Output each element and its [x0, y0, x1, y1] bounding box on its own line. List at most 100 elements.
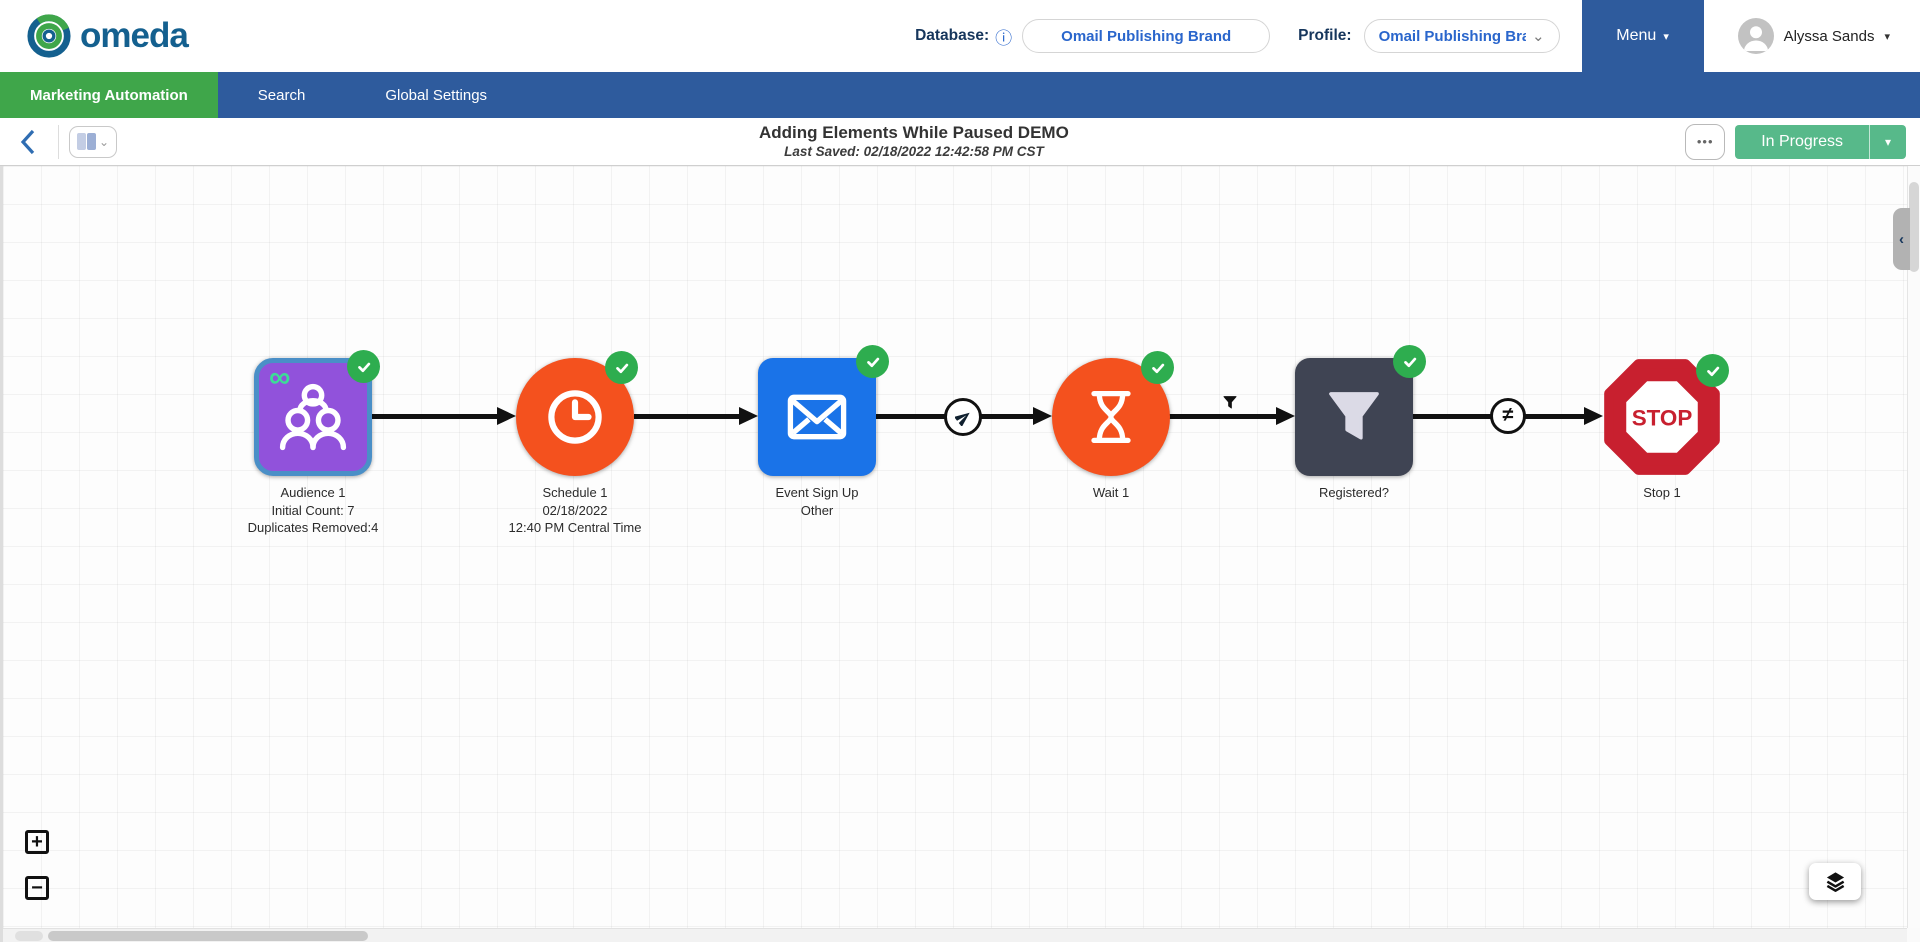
toolbar-divider	[58, 125, 59, 159]
nav-item-global-settings[interactable]: Global Settings	[345, 72, 527, 118]
complete-check-badge	[1141, 351, 1174, 384]
check-icon	[1149, 359, 1167, 377]
profile-label: Profile:	[1298, 27, 1351, 45]
chevron-left-icon: ‹	[1899, 231, 1904, 248]
user-menu[interactable]: Alyssa Sands ▾	[1738, 18, 1890, 54]
arrowhead-icon	[1033, 407, 1052, 425]
layers-button[interactable]	[1809, 863, 1861, 900]
node-label-registered: Registered?	[1234, 484, 1474, 502]
nav-label: Global Settings	[385, 87, 487, 104]
horizontal-scrollbar-cap	[15, 931, 43, 941]
user-name: Alyssa Sands	[1784, 28, 1875, 45]
label-line: Event Sign Up	[697, 484, 937, 502]
node-audience[interactable]: ∞	[254, 358, 372, 476]
check-icon	[864, 353, 882, 371]
last-saved-timestamp: Last Saved: 02/18/2022 12:42:58 PM CST	[759, 144, 1069, 161]
database-label: Database:	[915, 27, 989, 45]
more-options-button[interactable]: •••	[1685, 124, 1725, 160]
profile-value: Omail Publishing Bran	[1379, 28, 1526, 45]
node-label-audience: Audience 1 Initial Count: 7 Duplicates R…	[193, 484, 433, 537]
hourglass-icon	[1077, 383, 1145, 451]
paper-plane-icon	[955, 409, 972, 426]
clock-icon	[539, 381, 611, 453]
label-line: Other	[697, 502, 937, 520]
logo-wordmark: omeda	[80, 16, 188, 56]
not-equal-connector[interactable]: ≠	[1490, 398, 1526, 434]
nav-item-search[interactable]: Search	[218, 72, 346, 118]
title-block: Adding Elements While Paused DEMO Last S…	[759, 122, 1069, 160]
connector-line	[372, 414, 499, 419]
vertical-scrollbar[interactable]	[1907, 166, 1920, 928]
back-button[interactable]	[8, 125, 48, 159]
connector-line	[634, 414, 740, 419]
chevron-down-icon: ⌄	[99, 135, 109, 149]
label-line: 12:40 PM Central Time	[455, 519, 695, 537]
chevron-down-icon: ▾	[1884, 30, 1890, 43]
label-line: Stop 1	[1542, 484, 1782, 502]
node-registered-filter[interactable]	[1295, 358, 1413, 476]
vertical-scrollbar-thumb[interactable]	[1909, 182, 1919, 272]
split-panels-icon	[77, 133, 96, 150]
label-line: Initial Count: 7	[193, 502, 433, 520]
complete-check-badge	[856, 345, 889, 378]
page-title: Adding Elements While Paused DEMO	[759, 122, 1069, 143]
info-icon[interactable]: ⓘ	[995, 24, 1012, 49]
scrollbar-corner	[1907, 928, 1920, 942]
database-value: Omail Publishing Brand	[1061, 28, 1231, 45]
app-header: omeda Database: ⓘ Omail Publishing Brand…	[0, 0, 1920, 72]
arrowhead-icon	[739, 407, 758, 425]
label-line: Registered?	[1234, 484, 1474, 502]
check-icon	[1704, 362, 1722, 380]
funnel-icon	[1317, 380, 1391, 454]
arrowhead-icon	[497, 407, 516, 425]
node-label-schedule: Schedule 1 02/18/2022 12:40 PM Central T…	[455, 484, 695, 537]
person-icon	[1738, 18, 1774, 54]
zoom-out-button[interactable]: −	[25, 876, 49, 900]
connector-line	[1168, 414, 1277, 419]
database-selector[interactable]: Omail Publishing Brand	[1022, 19, 1270, 53]
omeda-logo-icon	[26, 13, 72, 59]
workflow-canvas[interactable]: ≠ ∞ Audience 1 Initial Count: 7 Duplicat…	[0, 166, 1920, 942]
profile-selector[interactable]: Omail Publishing Bran ⌄	[1364, 19, 1560, 53]
horizontal-scrollbar-thumb[interactable]	[48, 931, 368, 941]
nav-label: Search	[258, 87, 306, 104]
email-sent-connector[interactable]	[944, 398, 982, 436]
status-label: In Progress	[1735, 125, 1869, 159]
node-stop[interactable]: STOP	[1603, 358, 1721, 476]
not-equal-icon: ≠	[1503, 404, 1514, 428]
split-view-button[interactable]: ⌄	[69, 126, 117, 158]
envelope-icon	[780, 380, 854, 454]
node-event-signup[interactable]	[758, 358, 876, 476]
node-schedule[interactable]	[516, 358, 634, 476]
node-wait[interactable]	[1052, 358, 1170, 476]
zoom-in-button[interactable]: +	[25, 830, 49, 854]
main-nav: Marketing Automation Search Global Setti…	[0, 72, 1920, 118]
chevron-down-icon: ⌄	[1532, 27, 1545, 45]
chevron-left-icon	[20, 129, 36, 155]
complete-check-badge	[605, 351, 638, 384]
status-button[interactable]: In Progress ▾	[1735, 125, 1906, 159]
complete-check-badge	[347, 350, 380, 383]
arrowhead-icon	[1584, 407, 1603, 425]
arrowhead-icon	[1276, 407, 1295, 425]
audience-people-icon	[275, 379, 351, 455]
minus-icon: −	[31, 878, 43, 898]
menu-button[interactable]: Menu ▾	[1582, 0, 1704, 72]
label-line: 02/18/2022	[455, 502, 695, 520]
label-line: Schedule 1	[455, 484, 695, 502]
workflow-toolbar: ⌄ Adding Elements While Paused DEMO Last…	[0, 118, 1920, 166]
horizontal-scrollbar[interactable]	[3, 928, 1907, 942]
chevron-down-icon: ▾	[1663, 30, 1669, 43]
check-icon	[613, 359, 631, 377]
layers-icon	[1824, 870, 1847, 893]
panel-collapse-handle[interactable]: ‹	[1893, 208, 1910, 270]
nav-label: Marketing Automation	[30, 87, 188, 104]
status-dropdown-button[interactable]: ▾	[1870, 125, 1906, 159]
funnel-icon	[1222, 394, 1238, 410]
ellipsis-icon: •••	[1697, 134, 1714, 149]
omeda-logo[interactable]: omeda	[26, 13, 188, 59]
check-icon	[1401, 353, 1419, 371]
complete-check-badge	[1696, 354, 1729, 387]
chevron-down-icon: ▾	[1885, 135, 1891, 149]
nav-item-marketing-automation[interactable]: Marketing Automation	[0, 72, 218, 118]
